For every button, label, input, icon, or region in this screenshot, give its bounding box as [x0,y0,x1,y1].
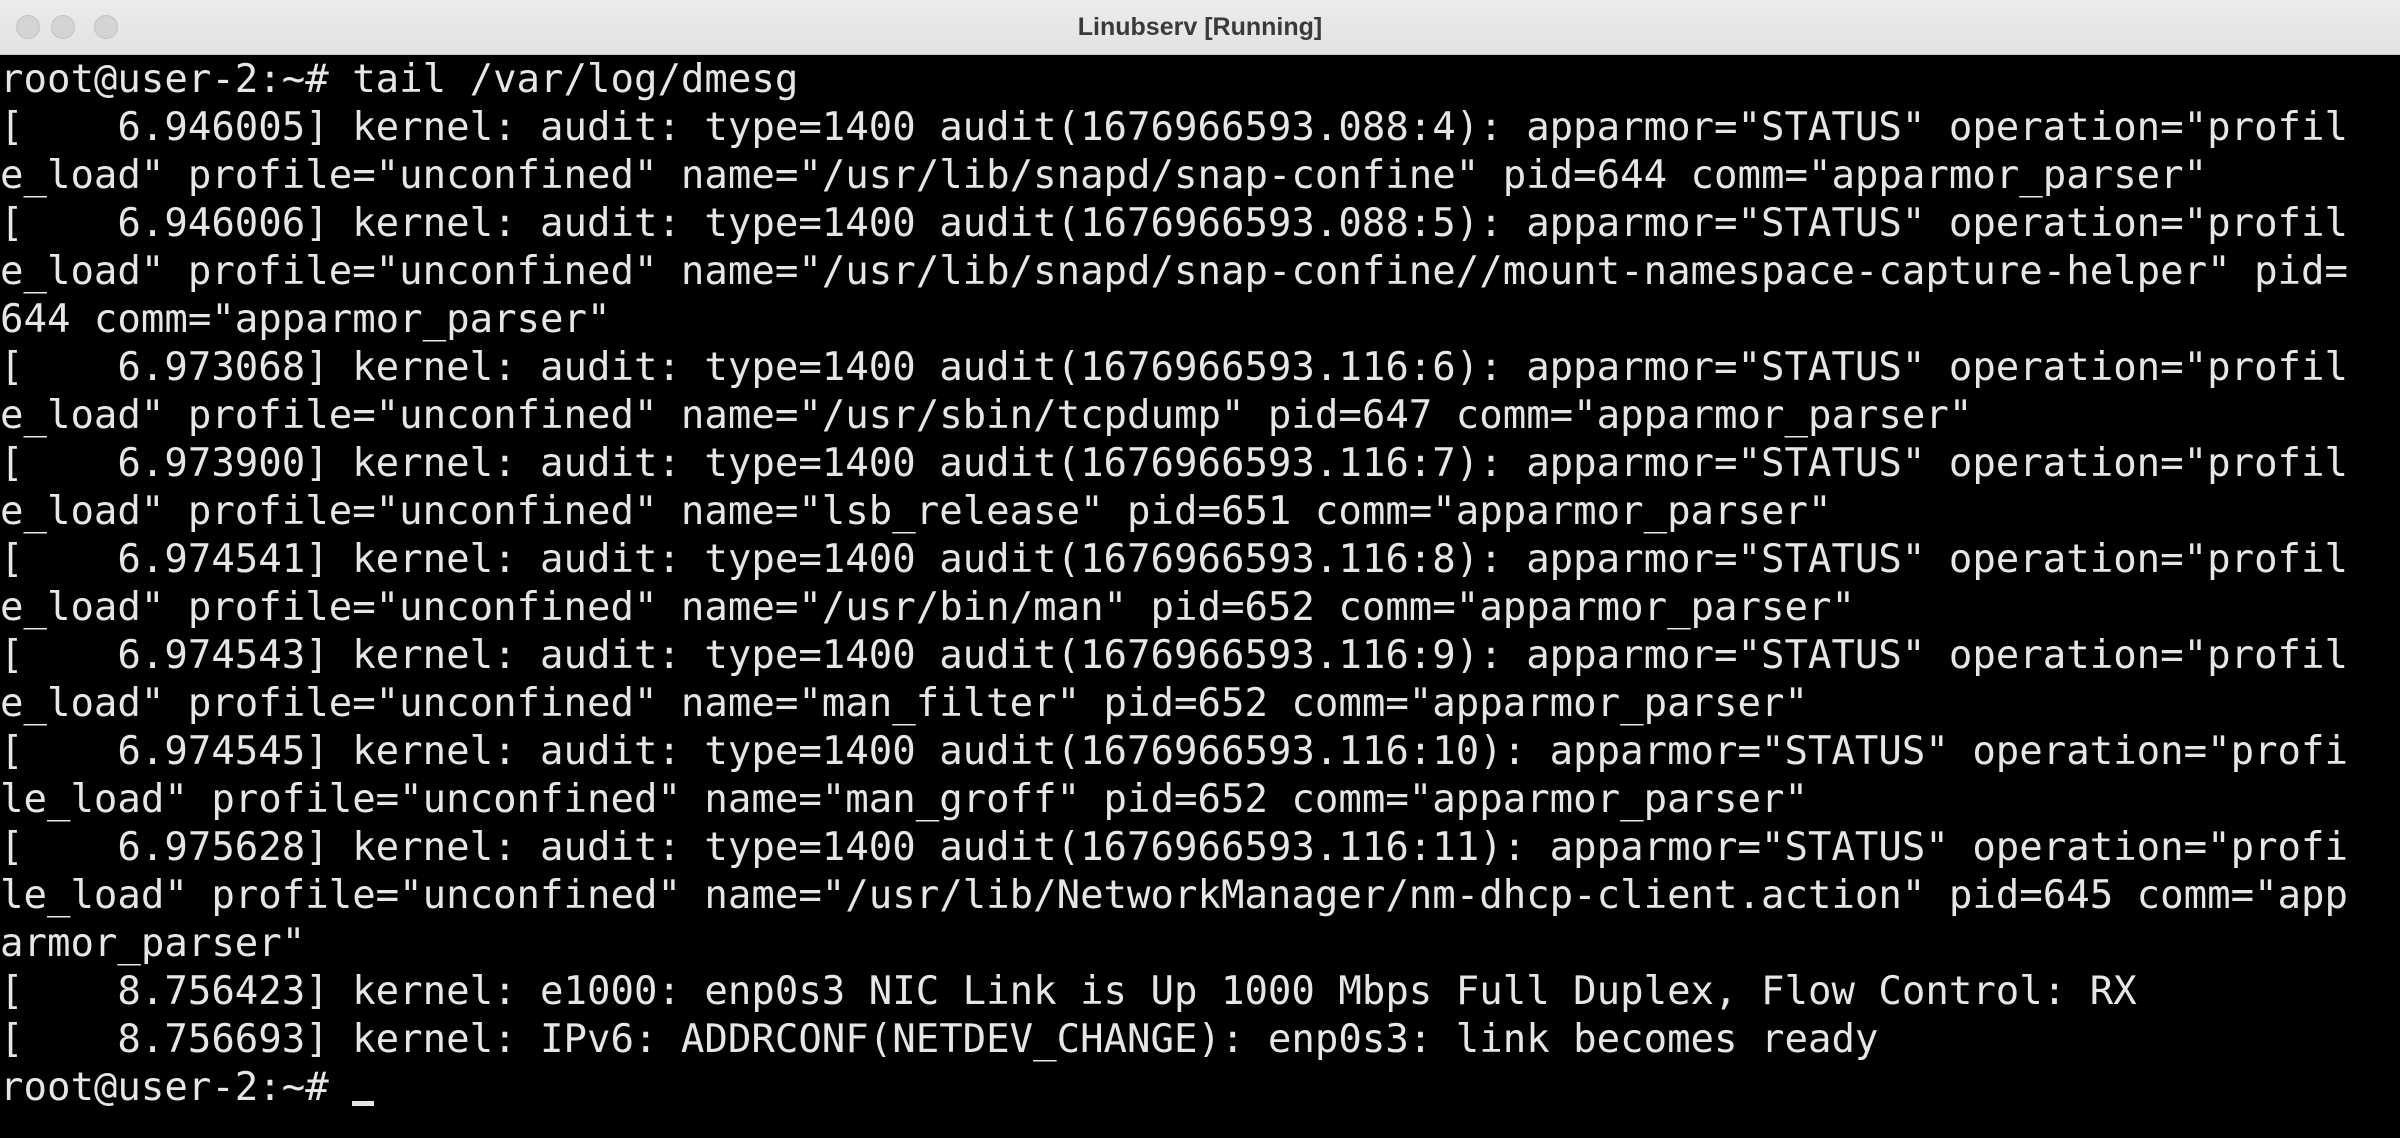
terminal-line: e_load" profile="unconfined" name="man_f… [0,681,1808,726]
vm-window: Linubserv [Running] root@user-2:~# tail … [0,0,2400,1138]
terminal-line: [ 6.974543] kernel: audit: type=1400 aud… [0,633,2348,678]
title-bar[interactable]: Linubserv [Running] [0,0,2400,55]
terminal-line: [ 8.756693] kernel: IPv6: ADDRCONF(NETDE… [0,1017,1879,1062]
terminal-line: 644 comm="apparmor_parser" [0,297,611,342]
terminal-line: e_load" profile="unconfined" name="/usr/… [0,393,1973,438]
terminal-line: [ 8.756423] kernel: e1000: enp0s3 NIC Li… [0,969,2137,1014]
terminal-line: e_load" profile="unconfined" name="/usr/… [0,153,2208,198]
terminal-line: [ 6.946005] kernel: audit: type=1400 aud… [0,105,2348,150]
window-title: Linubserv [Running] [1077,13,1323,41]
prompt-line[interactable]: root@user-2:~# [0,1064,2400,1112]
terminal-line: [ 6.973900] kernel: audit: type=1400 aud… [0,441,2348,486]
shell-prompt: root@user-2:~# [0,1065,353,1110]
terminal-line: le_load" profile="unconfined" name="/usr… [0,873,2348,918]
terminal-line: [ 6.975628] kernel: audit: type=1400 aud… [0,825,2348,870]
terminal-line: le_load" profile="unconfined" name="man_… [0,777,1808,822]
terminal-line: root@user-2:~# tail /var/log/dmesg [0,57,799,102]
terminal-line: [ 6.973068] kernel: audit: type=1400 aud… [0,345,2348,390]
terminal-line: e_load" profile="unconfined" name="/usr/… [0,585,1855,630]
terminal-line: armor_parser" [0,921,306,966]
terminal-line: [ 6.946006] kernel: audit: type=1400 aud… [0,201,2348,246]
terminal-line: e_load" profile="unconfined" name="/usr/… [0,249,2348,294]
terminal-line: [ 6.974541] kernel: audit: type=1400 aud… [0,537,2348,582]
terminal-line: [ 6.974545] kernel: audit: type=1400 aud… [0,729,2348,774]
terminal-line: e_load" profile="unconfined" name="lsb_r… [0,489,1832,534]
terminal-screen[interactable]: root@user-2:~# tail /var/log/dmesg [ 6.9… [0,56,2400,1138]
text-cursor [352,1101,375,1106]
